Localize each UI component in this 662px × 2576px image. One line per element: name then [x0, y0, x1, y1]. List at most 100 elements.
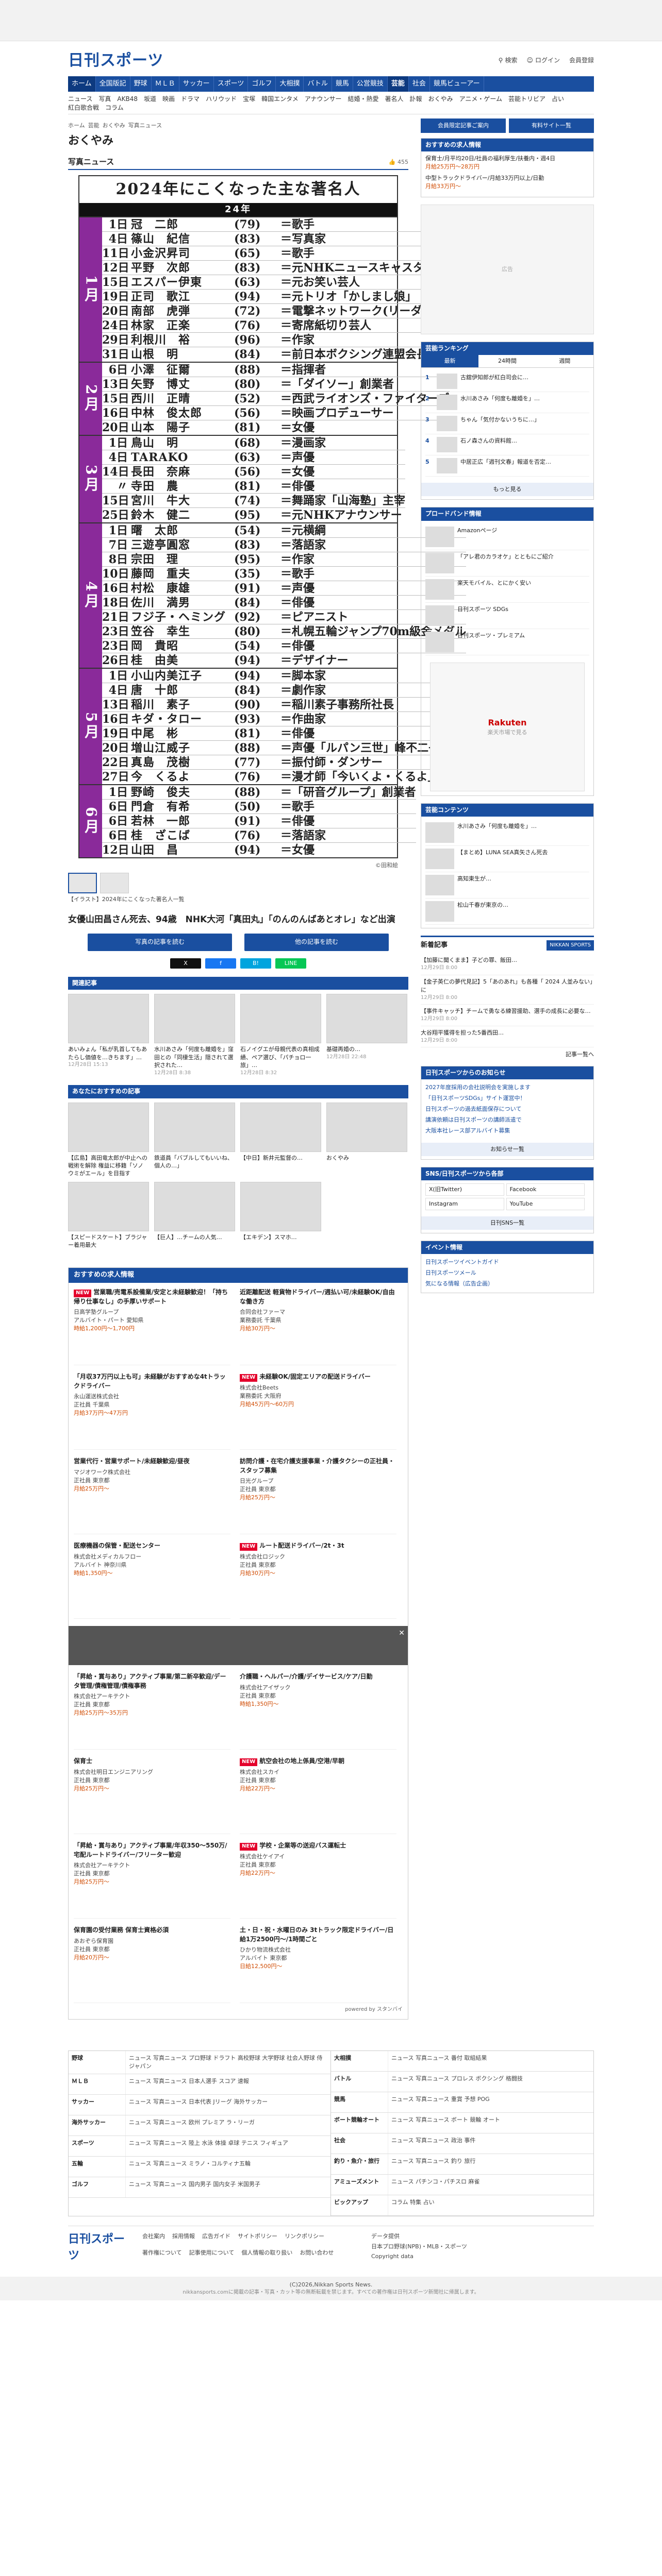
side-ad[interactable]: 広告 [421, 204, 594, 334]
article-title[interactable]: 【スピードスケート】ブラジャー着用最大 [68, 1233, 149, 1249]
article-card[interactable]: おくやみ [326, 1102, 407, 1178]
nav-item[interactable]: スポーツ [214, 76, 249, 92]
footer-link[interactable]: 会社案内 [142, 2231, 165, 2248]
job-title[interactable]: NEW ルート配送ドライバー/2t・3t [240, 1541, 396, 1551]
ranking-tab[interactable]: 24時間 [478, 355, 536, 367]
job-title[interactable]: NEW 未経験OK/固定エリアの配送ドライバー [240, 1372, 396, 1382]
footer-subcategories[interactable]: ニュース 写真ニュース 日本代表 Jリーグ 海外サッカー [125, 2094, 330, 2115]
job-listing[interactable]: 土・日・祝・水曜日のみ 3tトラック限定ドライバー/日給1万2500円〜/1時間… [240, 1926, 396, 2004]
job-listing[interactable]: 医療機器の保管・配送センター 株式会社メディカルフロー アルバイト 神奈川県 時給1,… [74, 1541, 230, 1619]
job-title[interactable]: 「昇給・賞与あり」アクティブ事業/第二新卒歓迎/データ管理/債権管理/債権事務 [74, 1672, 230, 1690]
nav-item[interactable]: 競馬 [332, 76, 353, 92]
nav-item[interactable]: 公営競技 [353, 76, 388, 92]
article-card[interactable]: 石ノイグエが母親代表の真相成績、ペア選び、「パチョロ一旅」… 12月28日 8:3… [240, 994, 321, 1077]
footer-category[interactable]: ＭＬＢ [69, 2074, 125, 2094]
register-link[interactable]: 会員登録 [569, 56, 594, 65]
event-link[interactable]: 日刊スポーツメール [425, 1268, 589, 1279]
footer-link[interactable]: 著作権について [142, 2248, 182, 2264]
footer-link[interactable]: 広告ガイド [202, 2231, 230, 2248]
info-link[interactable]: 日刊スポーツの過去紙面保存について [425, 1104, 589, 1115]
article-title[interactable]: 【エキデン】スマホ… [240, 1233, 321, 1241]
footer-link[interactable]: お問い合わせ [300, 2248, 334, 2264]
article-title[interactable]: 水川あさみ「何度も離婚を」窪田との「同棲生活」隠されて選択された… [154, 1045, 235, 1069]
nav-item[interactable]: ＭＬＢ [152, 76, 179, 92]
info-link[interactable]: 講演依頼は日刊スポーツの講師派遣で [425, 1115, 589, 1126]
article-thumbnail[interactable] [240, 1181, 321, 1231]
promo-item[interactable]: 日刊スポーツ・プレミアム [425, 629, 589, 655]
article-card[interactable]: あいみょん「私が乳首してもあたらし価値を…きちます」… 12月28日 15:13 [68, 994, 149, 1077]
article-title[interactable]: 【中日】新井元監督の… [240, 1154, 321, 1162]
job-listing[interactable]: 近距離配送 軽貨物ドライバー/週払い可/未経験OK/自由な働き方 合同会社ファーマ… [240, 1288, 396, 1366]
info-link[interactable]: 2027年度採用の会社説明会を実施します [425, 1082, 589, 1093]
article-title[interactable]: おくやみ [326, 1154, 407, 1162]
promo-item[interactable]: 高知東生が… [425, 872, 589, 899]
footer-category[interactable]: スポーツ [69, 2136, 125, 2156]
subnav-item[interactable]: 映画 [162, 95, 175, 104]
site-logo[interactable]: 日刊スポーツ [68, 49, 163, 72]
ranking-item[interactable]: 2 水川あさみ「何度も離婚を」… [425, 392, 589, 414]
article-card[interactable]: 【エキデン】スマホ… [240, 1181, 321, 1249]
news-more-link[interactable]: 記事一覧へ [421, 1050, 594, 1059]
subnav-item[interactable]: 写真 [98, 95, 111, 104]
article-thumbnail[interactable] [154, 994, 235, 1044]
article-card[interactable]: 【中日】新井元監督の… [240, 1102, 321, 1178]
article-headline[interactable]: 女優山田昌さん死去、94歳 NHK大河「真田丸」「のんのんばあとオレ」など出演 [68, 913, 408, 926]
footer-category[interactable]: ゴルフ [69, 2177, 125, 2197]
ranking-item[interactable]: 4 石ノ森さんの資料館… [425, 434, 589, 456]
ranking-more-button[interactable]: もっと見る [421, 483, 593, 497]
close-icon[interactable]: ✕ [399, 1628, 405, 1638]
footer-subcategories[interactable]: ニュース 写真ニュース 陸上 水泳 体操 卓球 テニス フィギュア [125, 2136, 330, 2156]
sns-link[interactable]: Instagram [425, 1198, 504, 1211]
article-thumbnail[interactable] [68, 994, 149, 1044]
login-link[interactable]: ☺ ログイン [526, 56, 560, 65]
footer-category[interactable]: 五輪 [69, 2157, 125, 2177]
subnav-item[interactable]: アニメ・ゲーム [459, 95, 502, 104]
nav-item[interactable]: 社会 [409, 76, 430, 92]
promo-item[interactable]: 「アレ君のカラオケ」とともにご紹介 [425, 550, 589, 577]
promo-item[interactable]: 楽天モバイル、とにかく安い [425, 577, 589, 603]
side-job-item[interactable]: 中型トラックドライバー/月給33万円以上/日勤 月給33万円〜 [425, 174, 589, 191]
search-link[interactable]: ⚲ 検索 [499, 56, 518, 65]
job-title[interactable]: 医療機器の保管・配送センター [74, 1541, 230, 1550]
subnav-item[interactable]: コラム [105, 104, 124, 112]
article-thumbnail[interactable] [154, 1102, 235, 1152]
subnav-item[interactable]: 韓国エンタメ [261, 95, 299, 104]
article-title[interactable]: 鉄道員「バブルしてもいいね、個人の…」 [154, 1154, 235, 1170]
footer-category[interactable]: ボート競輪オート [331, 2113, 388, 2133]
job-listing[interactable]: 営業代行・営業サポート/未経験歓迎/昼夜 マジオワーク株式会社 正社員 東京都 月給2… [74, 1457, 230, 1535]
paid-sites-button[interactable]: 有料サイト一覧 [509, 118, 594, 133]
sns-link[interactable]: X(旧Twitter) [425, 1183, 504, 1196]
footer-subcategories[interactable]: ニュース 写真ニュース 重賞 予想 POG [388, 2092, 593, 2112]
article-card[interactable]: 鉄道員「バブルしてもいいね、個人の…」 [154, 1102, 235, 1178]
footer-link[interactable]: 採用情報 [172, 2231, 195, 2248]
article-thumbnail[interactable] [154, 1181, 235, 1231]
job-listing[interactable]: NEW 学校・企業等の送迎バス運転士 株式会社ケイアイ 正社員 東京都 月給22万円〜 [240, 1841, 396, 1919]
promo-item[interactable]: 松山千春が東京の… [425, 899, 589, 925]
promo-item[interactable]: Amazonページ [425, 524, 589, 550]
info-link[interactable]: 「日刊スポーツSDGs」サイト運営中！ [425, 1093, 589, 1104]
nav-item[interactable]: 全国版記 [96, 76, 130, 92]
ranking-tab[interactable]: 週間 [536, 355, 593, 367]
footer-subcategories[interactable]: ニュース 写真ニュース ミラノ・コルティナ五輪 [125, 2156, 330, 2177]
promo-item[interactable]: 【まとめ】LUNA SEA真矢さん死去 [425, 846, 589, 872]
news-item[interactable]: 大谷翔平獲得を担った5番西田… 12月29日 8:00 [421, 1026, 594, 1048]
subnav-item[interactable]: 紅白歌合戦 [68, 104, 99, 112]
ranking-tab[interactable]: 最新 [421, 355, 479, 368]
event-link[interactable]: 日刊スポーツイベントガイド [425, 1257, 589, 1268]
footer-link[interactable]: 記事使用について [189, 2248, 235, 2264]
footer-subcategories[interactable]: ニュース 写真ニュース プロレス ボクシング 格闘技 [388, 2071, 593, 2092]
article-card[interactable]: 水川あさみ「何度も離婚を」窪田との「同棲生活」隠されて選択された… 12月28日 … [154, 994, 235, 1077]
footer-subcategories[interactable]: ニュース 写真ニュース 政治 事件 [388, 2133, 593, 2154]
footer-category[interactable]: バトル [331, 2072, 388, 2092]
article-thumbnail[interactable] [326, 1102, 407, 1152]
footer-category[interactable]: 大相撲 [331, 2051, 388, 2071]
nav-item[interactable]: サッカー [179, 76, 214, 92]
job-title[interactable]: 近距離配送 軽貨物ドライバー/週払い可/未経験OK/自由な働き方 [240, 1288, 396, 1306]
nav-item[interactable]: バトル [304, 76, 332, 92]
article-card[interactable]: 【巨人】…チームの人気… [154, 1181, 235, 1249]
job-listing[interactable]: 保育園の受付業務 保育士資格必須 あおぞら保育園 正社員 東京都 月給20万円〜 [74, 1926, 230, 2004]
footer-subcategories[interactable]: ニュース パチンコ・パチスロ 麻雀 [388, 2174, 593, 2195]
info-link[interactable]: 大阪本社レース部アルバイト募集 [425, 1126, 589, 1137]
nav-item[interactable]: 大相撲 [276, 76, 304, 92]
article-thumbnail[interactable] [68, 1102, 149, 1152]
